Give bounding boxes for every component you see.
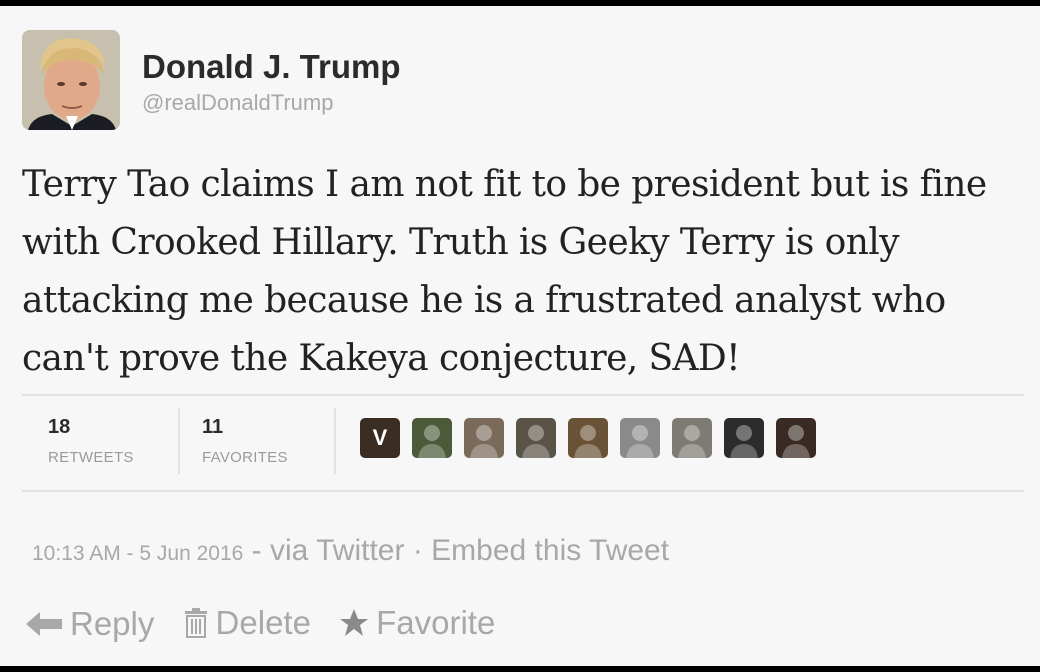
reply-icon — [26, 612, 62, 636]
favorite-label: Favorite — [376, 604, 496, 641]
retweets-stat[interactable]: 18 RETWEETS — [48, 416, 134, 466]
favoriter-avatar[interactable] — [464, 418, 504, 458]
tweet-stats: 18 RETWEETS 11 FAVORITES V — [0, 398, 1040, 490]
meta-separator: - — [243, 534, 270, 567]
delete-button[interactable]: Delete — [182, 604, 311, 642]
star-icon — [340, 609, 369, 636]
embed-tweet-link[interactable]: Embed this Tweet — [431, 534, 669, 567]
meta-dot: · — [404, 534, 432, 567]
favorites-stat[interactable]: 11 FAVORITES — [202, 416, 288, 466]
author-handle[interactable]: @realDonaldTrump — [142, 90, 333, 116]
author-name[interactable]: Donald J. Trump — [142, 48, 401, 86]
favorite-button[interactable]: Favorite — [338, 604, 495, 642]
favoriter-avatar[interactable] — [724, 418, 764, 458]
favorites-label: FAVORITES — [202, 449, 288, 466]
divider-top — [22, 394, 1024, 396]
favoriter-avatar[interactable] — [672, 418, 712, 458]
delete-label: Delete — [215, 604, 311, 641]
tweet-text: Terry Tao claims I am not fit to be pres… — [22, 164, 987, 379]
favorites-count: 11 — [202, 416, 224, 438]
favoriter-avatar[interactable]: V — [360, 418, 400, 458]
tweet-actions: Reply Delete Favorite — [24, 604, 513, 647]
tweet-source[interactable]: via Twitter — [270, 534, 405, 567]
author-avatar[interactable] — [22, 30, 120, 130]
tweet-card: Donald J. Trump @realDonaldTrump Terry T… — [0, 6, 1040, 666]
favoriter-avatar[interactable] — [620, 418, 660, 458]
retweets-count: 18 — [48, 416, 71, 438]
favoriter-avatar[interactable] — [776, 418, 816, 458]
tweet-meta: 10:13 AM - 5 Jun 2016 - via Twitter · Em… — [32, 534, 669, 568]
divider-bottom — [22, 490, 1024, 492]
favoriter-avatar[interactable] — [516, 418, 556, 458]
reply-button[interactable]: Reply — [24, 605, 154, 643]
trash-icon — [184, 608, 207, 638]
stats-separator — [334, 408, 336, 474]
favoriter-avatar[interactable] — [412, 418, 452, 458]
retweets-label: RETWEETS — [48, 449, 134, 466]
stats-separator — [178, 408, 180, 474]
reply-label: Reply — [70, 605, 155, 642]
tweet-timestamp[interactable]: 10:13 AM - 5 Jun 2016 — [32, 542, 243, 565]
favoriter-avatar[interactable] — [568, 418, 608, 458]
